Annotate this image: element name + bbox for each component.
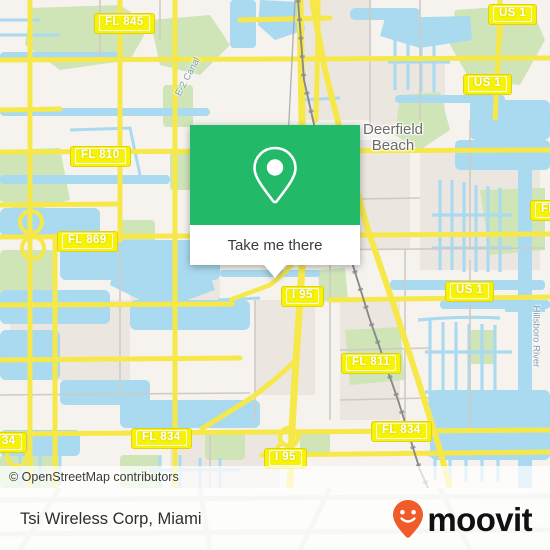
popup-image-placeholder <box>190 125 360 225</box>
shield-fl-right[interactable]: FL <box>530 200 550 221</box>
shield-label: FL 834 <box>136 430 187 446</box>
shield-i-95-top[interactable]: I 95 <box>281 286 324 307</box>
shield-label: 34 <box>0 434 22 450</box>
shield-label: I 95 <box>269 450 302 466</box>
place-label-deerfield-beach: Deerfield Beach <box>362 121 424 154</box>
footer-bar: Tsi Wireless Corp, Miami moovit <box>0 488 550 550</box>
take-me-there-label: Take me there <box>227 236 323 254</box>
moovit-map-page: Deerfield Beach E-2 Canal Hillsboro Rive… <box>0 0 550 550</box>
shield-label: FL 810 <box>75 148 126 164</box>
shield-fl-810[interactable]: FL 810 <box>70 146 131 167</box>
shield-label: FL 845 <box>99 15 150 31</box>
shield-us-1-top[interactable]: US 1 <box>488 4 538 25</box>
shield-fl-811[interactable]: FL 811 <box>341 353 401 374</box>
shield-label: FL 834 <box>376 423 427 439</box>
shield-label: FL <box>535 202 550 218</box>
popup-pointer-tail <box>264 265 286 278</box>
shield-label: US 1 <box>468 76 508 92</box>
shield-label: FL 869 <box>62 233 113 249</box>
shield-us-1-mid[interactable]: US 1 <box>463 74 513 95</box>
footer-content: Tsi Wireless Corp, Miami moovit <box>0 488 550 550</box>
shield-fl-834-left[interactable]: FL 834 <box>131 428 192 449</box>
location-popup-card[interactable]: Take me there <box>190 125 360 278</box>
moovit-pin-icon <box>393 500 424 538</box>
location-title: Tsi Wireless Corp, Miami <box>20 509 202 528</box>
moovit-brand[interactable]: moovit <box>391 499 533 539</box>
shield-label: I 95 <box>286 288 319 304</box>
shield-label: FL 811 <box>346 355 396 371</box>
map-canvas[interactable]: Deerfield Beach E-2 Canal Hillsboro Rive… <box>0 0 550 488</box>
shield-fl-869[interactable]: FL 869 <box>57 231 118 252</box>
location-pin-icon <box>253 146 297 204</box>
water-label-hillsboro-river: Hillsboro River <box>530 305 542 368</box>
shield-label: US 1 <box>450 283 490 299</box>
take-me-there-button[interactable]: Take me there <box>190 225 360 265</box>
shield-us-1-low[interactable]: US 1 <box>445 281 495 302</box>
osm-attribution[interactable]: © OpenStreetMap contributors <box>0 466 550 488</box>
shield-fl-845[interactable]: FL 845 <box>94 13 155 34</box>
shield-34-left[interactable]: 34 <box>0 432 27 453</box>
shield-label: US 1 <box>493 6 533 22</box>
shield-fl-834-right[interactable]: FL 834 <box>371 421 432 442</box>
moovit-wordmark: moovit <box>427 500 532 538</box>
